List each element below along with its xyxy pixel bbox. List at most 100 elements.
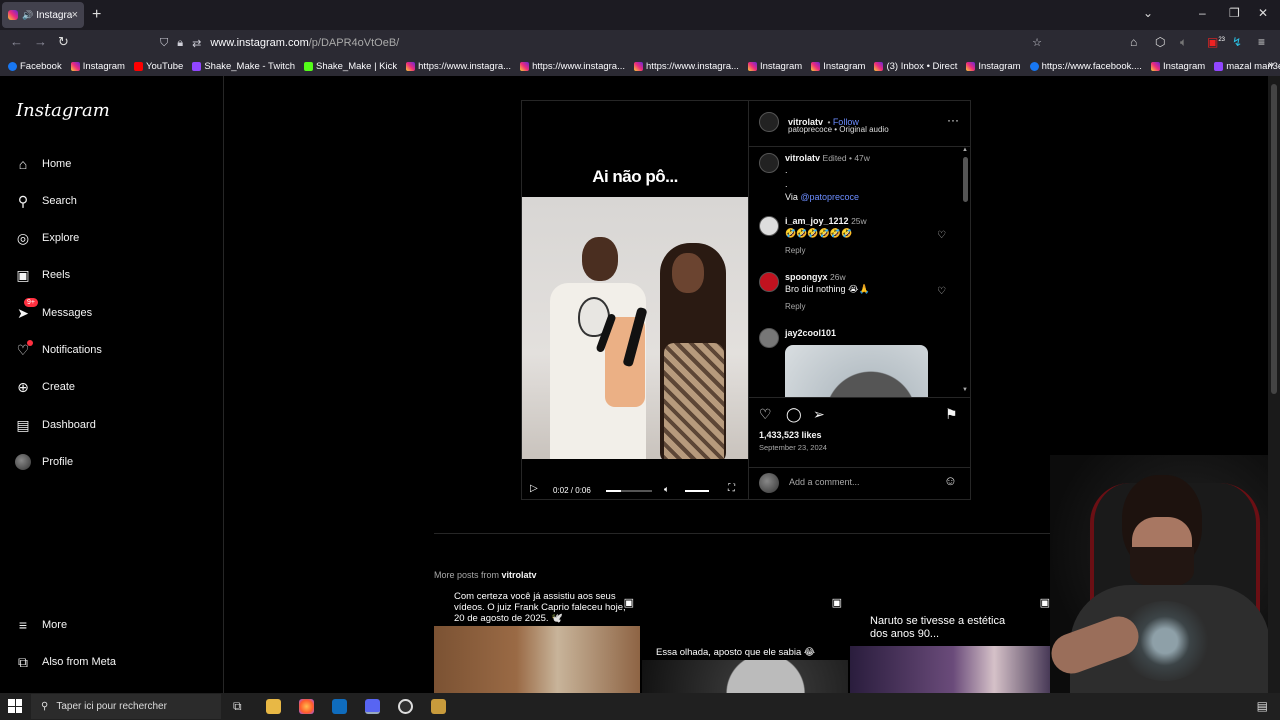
- windows-start-icon[interactable]: [8, 699, 22, 713]
- bookmark-item[interactable]: Shake_Make | Kick: [303, 61, 397, 72]
- notification-center-icon[interactable]: ▤: [1257, 699, 1268, 713]
- store-icon[interactable]: [332, 699, 347, 714]
- like-comment-icon[interactable]: ♡: [937, 230, 946, 241]
- back-icon[interactable]: ←: [10, 34, 23, 49]
- more-options-icon[interactable]: ···: [947, 113, 959, 127]
- comments-scrollbar[interactable]: ▲ ▼: [961, 147, 969, 397]
- bookmark-item[interactable]: https://www.instagra...: [634, 61, 739, 72]
- share-icon[interactable]: ➢: [813, 406, 825, 423]
- bookmark-item[interactable]: Instagram: [1150, 61, 1205, 72]
- fullscreen-icon[interactable]: ⛶: [728, 483, 735, 494]
- bookmark-item[interactable]: https://www.instagra...: [406, 61, 511, 72]
- commenter-avatar[interactable]: [759, 216, 779, 236]
- audio-icon[interactable]: 🔈︎: [1180, 35, 1187, 50]
- add-comment-input[interactable]: Add a comment...: [789, 477, 860, 487]
- bookmark-item[interactable]: https://www.instagra...: [520, 61, 625, 72]
- sidebar-item-create[interactable]: ⊕ Create: [14, 378, 75, 396]
- comment-icon[interactable]: ◯: [786, 406, 802, 423]
- extension-badge-icon[interactable]: ▣23: [1207, 35, 1225, 49]
- video-player[interactable]: Ai não pô... ▷ 0:02 / 0:06 🔈︎ ⛶: [522, 101, 748, 499]
- bookmark-item[interactable]: YouTube: [133, 61, 183, 72]
- likes-count[interactable]: 1,433,523 likes: [759, 430, 822, 440]
- sidebar-item-explore[interactable]: ◎ Explore: [14, 229, 79, 247]
- ig-favicon-icon: [70, 61, 80, 71]
- video-frame[interactable]: [522, 197, 748, 459]
- more-post-thumbnail[interactable]: Com certeza você já assistiu aos seus ví…: [434, 590, 640, 693]
- sidebar-item-reels[interactable]: ▣ Reels: [14, 266, 70, 284]
- tab-list-icon[interactable]: ⌄: [1143, 6, 1153, 20]
- bookmark-item[interactable]: (3) Inbox • Direct: [874, 61, 957, 72]
- mention-link[interactable]: @patoprecoce: [800, 192, 859, 202]
- tw-favicon-icon: [192, 61, 202, 71]
- new-tab-button[interactable]: +: [92, 6, 101, 24]
- shield-icon[interactable]: ⛉: [160, 37, 168, 50]
- bookmark-item[interactable]: Instagram: [966, 61, 1021, 72]
- close-tab-icon[interactable]: ×: [72, 9, 78, 21]
- league-client-icon[interactable]: [431, 699, 446, 714]
- window-close-icon[interactable]: ✕: [1258, 6, 1268, 20]
- bookmark-item[interactable]: Instagram: [747, 61, 802, 72]
- volume-icon[interactable]: 🔈︎: [664, 484, 669, 495]
- bookmark-item[interactable]: Shake_Make - Twitch: [192, 61, 295, 72]
- sidebar-item-messages[interactable]: ➤ 9+ Messages: [14, 298, 92, 322]
- page-scrollbar[interactable]: [1268, 76, 1280, 693]
- emoji-icon[interactable]: ☺: [944, 473, 957, 488]
- video-progress-bar[interactable]: [606, 490, 652, 492]
- comment-username[interactable]: spoongyx: [785, 272, 828, 282]
- bookmark-item[interactable]: Instagram: [811, 61, 865, 72]
- home-icon[interactable]: ⌂: [1130, 35, 1137, 49]
- more-post-thumbnail[interactable]: Essa olhada, aposto que ele sabia 😂 ▣: [642, 590, 848, 693]
- restore-icon[interactable]: ❐: [1229, 6, 1240, 20]
- bookmark-star-icon[interactable]: ☆: [1032, 36, 1042, 49]
- commenter-avatar[interactable]: [759, 272, 779, 292]
- browser-tab[interactable]: 🔊 Instagram ×: [2, 2, 84, 28]
- more-button[interactable]: ≡ More: [14, 616, 67, 634]
- discord-icon[interactable]: [365, 699, 380, 714]
- address-bar[interactable]: ⛉ 🔒︎ ⇄ www.instagram.com/p/DAPR4oVtOeB/ …: [152, 31, 1052, 55]
- comment-username[interactable]: vitrolatv: [785, 153, 820, 163]
- like-icon[interactable]: ♡: [759, 406, 772, 423]
- file-explorer-icon[interactable]: [266, 699, 281, 714]
- play-icon[interactable]: ▷: [530, 483, 538, 494]
- bookmark-item[interactable]: https://www.facebook....: [1029, 61, 1142, 72]
- menu-icon[interactable]: ≡: [1258, 35, 1265, 49]
- sidebar-item-search[interactable]: ⚲ Search: [14, 192, 77, 210]
- reply-button[interactable]: Reply: [785, 302, 870, 311]
- kk-favicon-icon: [303, 61, 313, 71]
- taskbar-search[interactable]: ⚲ Taper ici pour rechercher: [31, 694, 221, 719]
- author-avatar[interactable]: [759, 153, 779, 173]
- more-posts-user[interactable]: vitrolatv: [502, 570, 537, 580]
- bookmark-item[interactable]: Facebook: [8, 61, 62, 72]
- comment-username[interactable]: jay2cool101: [785, 328, 836, 338]
- comment-image[interactable]: [785, 345, 928, 397]
- save-bookmark-icon[interactable]: ⚑: [945, 406, 958, 423]
- extensions-icon[interactable]: ⬡: [1155, 35, 1165, 49]
- bookmarks-overflow-icon[interactable]: »: [1268, 59, 1274, 71]
- task-view-icon[interactable]: ⧉: [233, 699, 248, 714]
- commenter-avatar[interactable]: [759, 328, 779, 348]
- permissions-icon[interactable]: ⇄: [192, 37, 201, 50]
- also-from-meta-button[interactable]: ⧉ Also from Meta: [14, 653, 116, 671]
- minimize-icon[interactable]: –: [1199, 6, 1206, 20]
- author-avatar[interactable]: [759, 112, 779, 132]
- audio-attribution[interactable]: patoprecoce • Original audio: [788, 125, 889, 134]
- bookmark-item[interactable]: Instagram: [70, 61, 125, 72]
- volume-slider[interactable]: [685, 490, 709, 492]
- sidebar-item-profile[interactable]: Profile: [14, 453, 73, 471]
- comment-username[interactable]: i_am_joy_1212: [785, 216, 849, 226]
- forward-icon[interactable]: →: [34, 34, 47, 49]
- instagram-sidebar: Instagram ⌂ Home ⚲ Search ◎ Explore ▣ Reels ➤ 9+ M…: [0, 76, 224, 693]
- lock-icon[interactable]: 🔒︎: [177, 37, 183, 50]
- firefox-icon[interactable]: [299, 699, 314, 714]
- sidebar-item-dashboard[interactable]: ▤ Dashboard: [14, 416, 95, 434]
- sidebar-item-notifications[interactable]: ♡ Notifications: [14, 340, 102, 359]
- more-post-thumbnail[interactable]: Naruto se tivesse a estética dos anos 90…: [850, 590, 1056, 693]
- like-comment-icon[interactable]: ♡: [937, 286, 946, 297]
- reload-icon[interactable]: ↻: [58, 34, 69, 50]
- obs-icon[interactable]: [398, 699, 413, 714]
- speaker-icon[interactable]: 🔊: [22, 10, 33, 21]
- instagram-logo[interactable]: Instagram: [16, 100, 110, 121]
- sidebar-item-home[interactable]: ⌂ Home: [14, 155, 72, 173]
- extension-icon[interactable]: ↯: [1232, 35, 1242, 49]
- reply-button[interactable]: Reply: [785, 246, 867, 255]
